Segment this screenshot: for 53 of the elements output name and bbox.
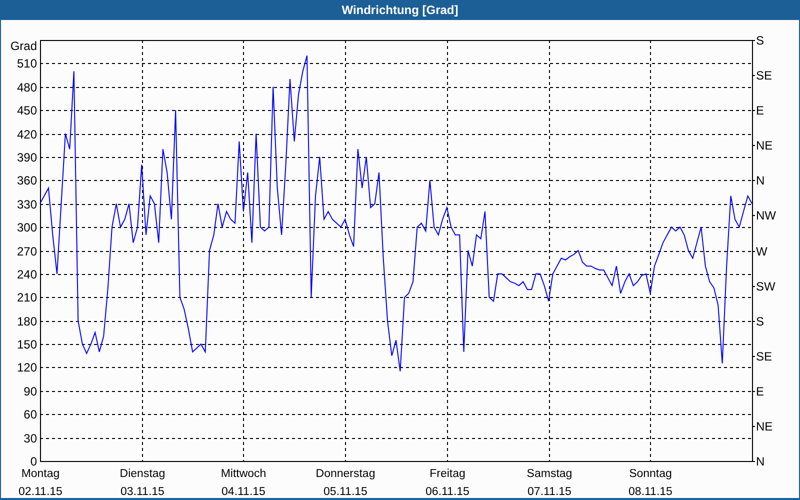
y-axis-label: 0 [30,454,37,468]
x-axis-label: Montag 02.11.15 [18,468,62,498]
x-axis-label: Donnerstag 05.11.15 [316,468,376,498]
x-axis-label: Sonntag 08.11.15 [628,468,672,498]
y-axis-label: 300 [16,220,37,234]
y-axis-label: 360 [16,174,37,188]
y2-axis-label: S [756,34,764,48]
y-axis-label: 510 [16,56,37,70]
y-axis-label: 240 [16,268,37,282]
tick-mark [752,75,756,76]
y2-axis-label: N [756,174,765,188]
y-axis-label: 480 [16,80,37,94]
y-axis-label: 330 [16,198,37,212]
tick-mark [752,286,756,287]
tick-mark [752,391,756,392]
tick-mark [752,461,756,462]
y2-axis-label: SW [756,280,776,294]
y2-axis-label: NE [756,138,773,152]
y2-axis-label: NE [756,420,773,434]
y-axis-label: 150 [16,338,37,352]
x-axis-label: Mittwoch 04.11.15 [220,468,266,498]
tick-mark [752,110,756,111]
y-axis-label: 450 [16,104,37,118]
y2-axis-label: E [756,104,764,118]
window-title: Windrichtung [Grad] [340,2,460,19]
y-axis-label: 120 [16,360,37,374]
y2-axis-label: W [756,244,768,258]
x-axis-label: Samstag 07.11.15 [526,468,572,498]
tick-mark [752,180,756,181]
y-axis-label: 180 [16,314,37,328]
tick-mark [752,426,756,427]
tick-mark [752,321,756,322]
y-axis-label: 30 [24,432,37,446]
y-axis-label: 420 [16,128,37,142]
x-axis-label: Freitag 06.11.15 [426,468,470,498]
tick-mark [752,145,756,146]
y-axis-label: 390 [16,150,37,164]
y2-axis-label: SE [756,350,772,364]
tick-mark [752,251,756,252]
y-axis-label: 60 [24,408,37,422]
tick-mark [752,40,756,41]
y2-axis-label: SE [756,68,772,82]
y-axis-label: 90 [24,384,37,398]
y-axis-label: 210 [16,290,37,304]
y2-axis-label: NW [756,208,776,222]
y-axis-label: 270 [16,244,37,258]
tick-mark [752,215,756,216]
y-axis-title: Grad [10,39,37,53]
y2-axis-label: N [756,454,765,468]
y2-axis-label: E [756,384,764,398]
x-axis-label: Dienstag 03.11.15 [120,468,166,498]
y2-axis-label: S [756,314,764,328]
tick-mark [752,356,756,357]
